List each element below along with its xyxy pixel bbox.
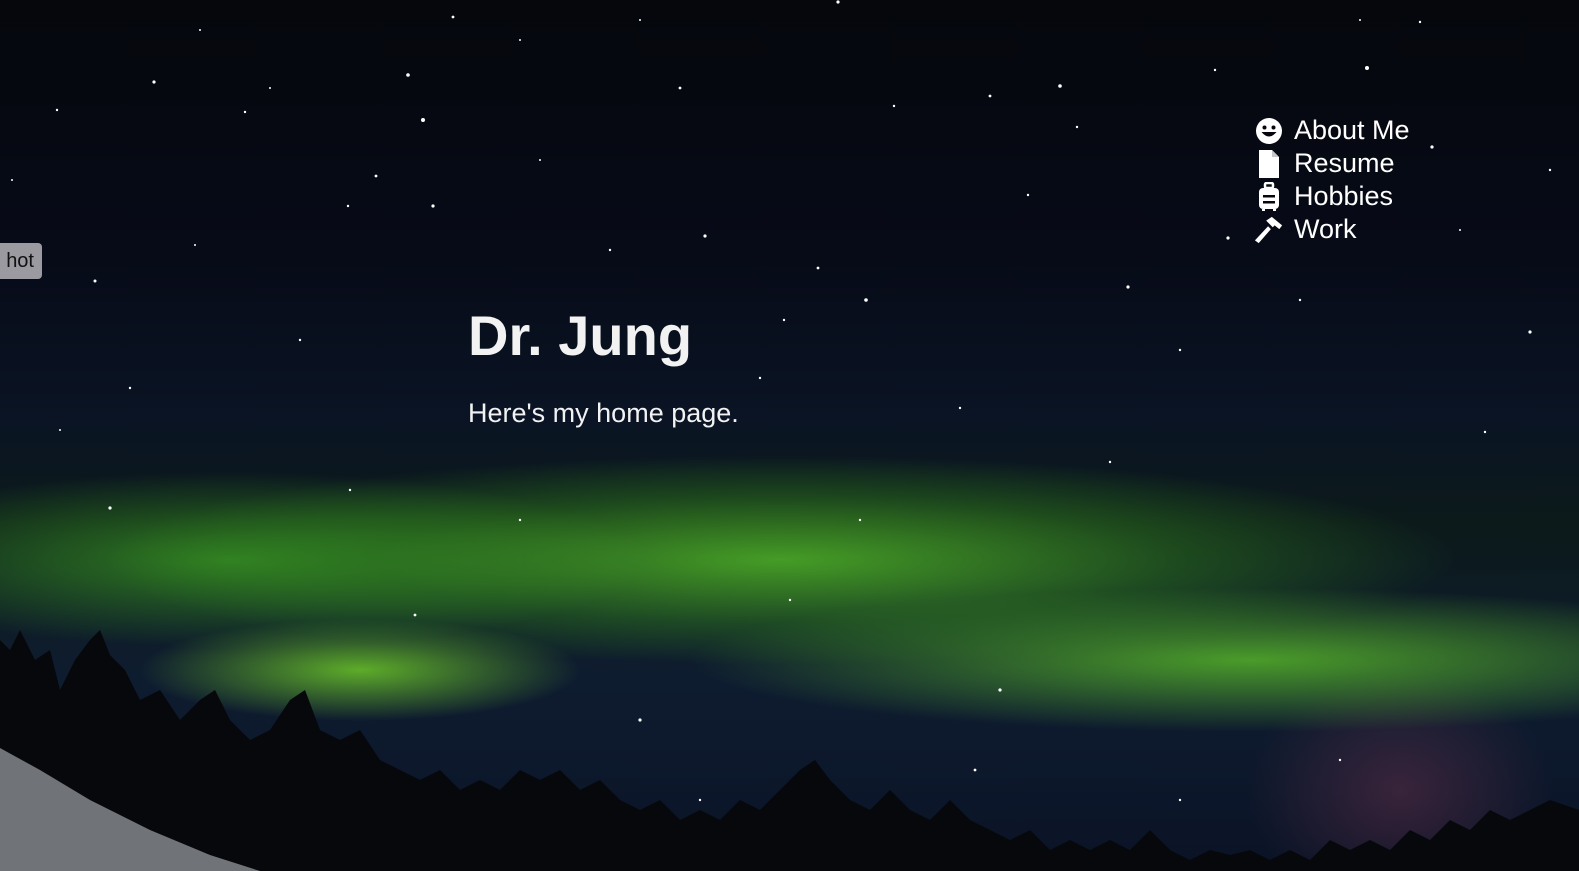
smiley-face-icon [1254,116,1284,146]
suitcase-icon [1254,181,1284,212]
screenshot-tab-label: hot [6,249,34,272]
nav-item-label: Hobbies [1294,181,1394,211]
nav-item-work[interactable]: Work [1254,213,1410,246]
main-nav: About Me Resume Hobbies Work [1254,114,1410,246]
nav-item-label: About Me [1294,115,1410,145]
hammer-icon [1254,215,1284,245]
page-subtitle: Here's my home page. [468,398,739,428]
document-icon [1254,149,1284,179]
nav-item-hobbies[interactable]: Hobbies [1254,180,1410,213]
nav-item-label: Work [1294,214,1357,244]
nav-item-about-me[interactable]: About Me [1254,114,1410,147]
hero-section: Dr. Jung Here's my home page. [468,300,739,430]
screenshot-tab[interactable]: hot [0,243,42,279]
page-title: Dr. Jung [468,304,693,367]
nav-item-label: Resume [1294,148,1395,178]
nav-item-resume[interactable]: Resume [1254,147,1410,180]
